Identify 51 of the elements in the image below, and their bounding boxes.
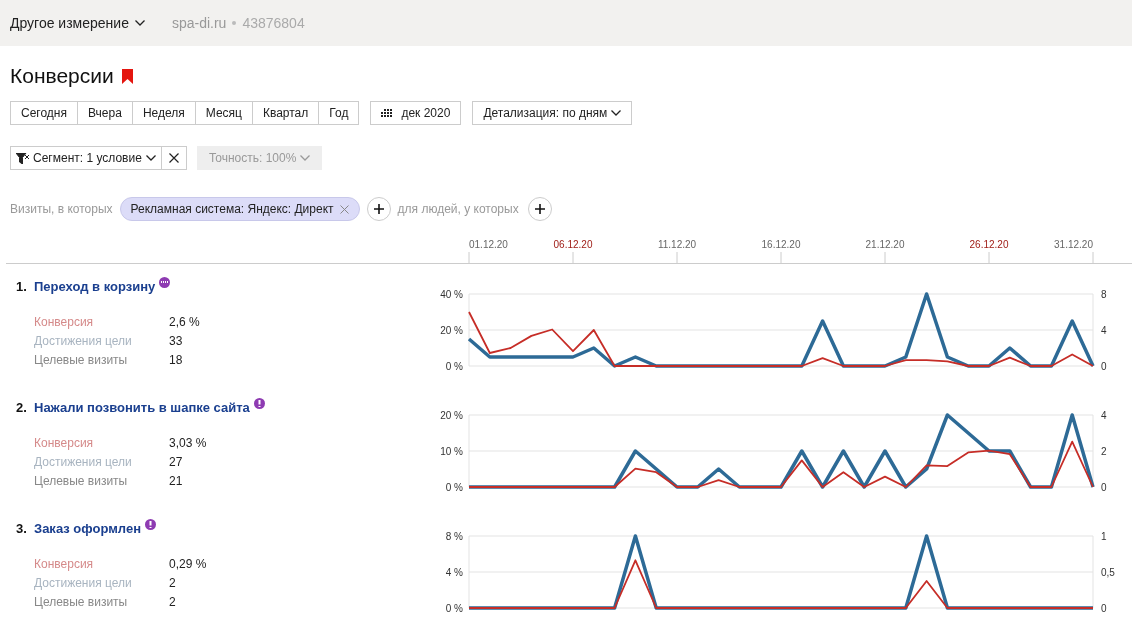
metric-value: 2,6 % bbox=[169, 313, 200, 331]
date-tick-label: 01.12.20 bbox=[469, 239, 508, 250]
metric-label: Достижения цели bbox=[34, 332, 133, 350]
metric-label: Конверсия bbox=[34, 434, 95, 452]
date-tick-label: 26.12.20 bbox=[969, 239, 1009, 250]
y2-axis-label: 0,5 bbox=[1101, 567, 1115, 578]
y2-axis-label: 8 bbox=[1101, 289, 1107, 300]
metric-label: Достижения цели bbox=[34, 453, 133, 471]
date-tick-label: 06.12.20 bbox=[553, 239, 593, 250]
filter-label: Визиты, в которых bbox=[10, 201, 113, 218]
metric-label: Целевые визиты bbox=[34, 351, 129, 369]
metric-label: Конверсия bbox=[34, 313, 95, 331]
page-title: Конверсии bbox=[10, 63, 114, 90]
goal-number: 3. bbox=[16, 520, 28, 538]
metric-label: Целевые визиты bbox=[34, 472, 129, 490]
y-axis-label: 4 % bbox=[445, 567, 463, 578]
site-name: spa-di.ru bbox=[171, 13, 227, 33]
y-axis-label: 40 % bbox=[440, 289, 463, 300]
goal-number: 1. bbox=[16, 278, 28, 296]
date-tick-label: 21.12.20 bbox=[865, 239, 905, 250]
y2-axis-label: 1 bbox=[1101, 531, 1107, 542]
goal-number: 2. bbox=[16, 399, 28, 417]
counter-id: 43876804 bbox=[242, 13, 305, 33]
y-axis-label: 10 % bbox=[440, 446, 463, 457]
metric-label: Достижения цели bbox=[34, 574, 133, 592]
metric-value: 27 bbox=[169, 453, 183, 471]
y-axis-label: 0 % bbox=[445, 361, 463, 372]
y2-axis-label: 2 bbox=[1101, 446, 1107, 457]
metric-value: 18 bbox=[169, 351, 183, 369]
metric-value: 3,03 % bbox=[169, 434, 207, 452]
y-axis-label: 20 % bbox=[440, 325, 463, 336]
filter-label: для людей, у которых bbox=[397, 201, 519, 218]
y-axis-label: 0 % bbox=[445, 603, 463, 614]
metric-label: Конверсия bbox=[34, 555, 95, 573]
y-axis-label: 20 % bbox=[440, 410, 463, 421]
y-axis-label: 0 % bbox=[445, 482, 463, 493]
y2-axis-label: 4 bbox=[1101, 410, 1107, 421]
metric-value: 33 bbox=[169, 332, 183, 350]
date-tick-label: 11.12.20 bbox=[657, 239, 697, 250]
y2-axis-label: 0 bbox=[1101, 603, 1107, 614]
date-tick-label: 31.12.20 bbox=[1054, 239, 1093, 250]
metric-value: 2 bbox=[169, 593, 176, 611]
date-tick-label: 16.12.20 bbox=[761, 239, 801, 250]
y-axis-label: 8 % bbox=[445, 531, 463, 542]
y2-axis-label: 0 bbox=[1101, 482, 1107, 493]
metric-value: 0,29 % bbox=[169, 555, 207, 573]
metric-value: 2 bbox=[169, 574, 176, 592]
metric-label: Целевые визиты bbox=[34, 593, 129, 611]
metric-value: 21 bbox=[169, 472, 183, 490]
y2-axis-label: 4 bbox=[1101, 325, 1107, 336]
y2-axis-label: 0 bbox=[1101, 361, 1107, 372]
